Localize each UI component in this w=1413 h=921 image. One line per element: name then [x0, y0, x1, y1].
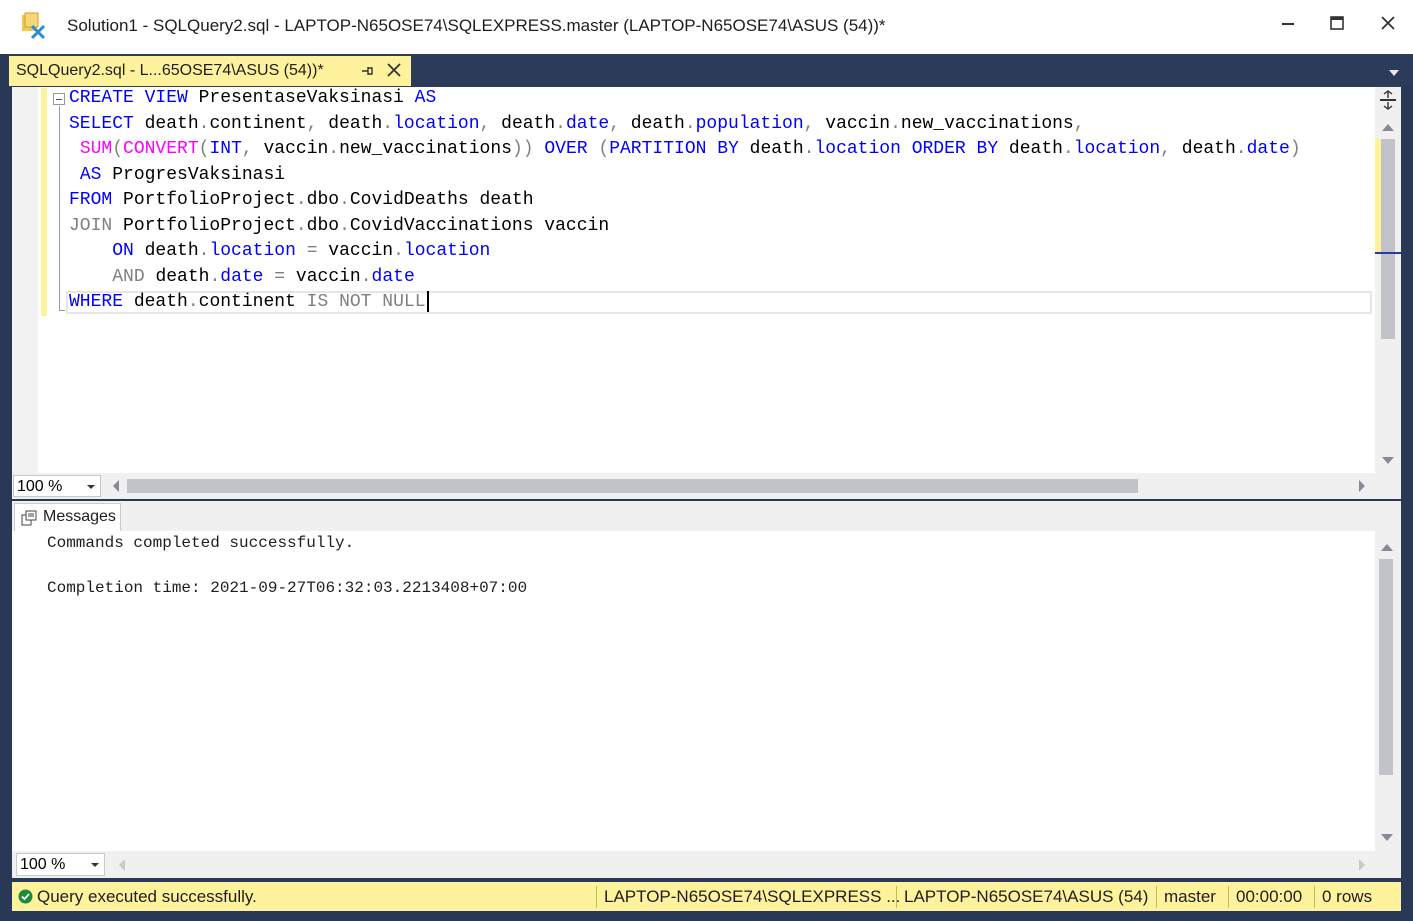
- tab-sqlquery2[interactable]: SQLQuery2.sql - L...65OSE74\ASUS (54))*: [9, 56, 411, 86]
- maximize-button[interactable]: [1317, 8, 1357, 38]
- status-rows: 0 rows: [1322, 887, 1373, 906]
- status-separator: [1156, 886, 1157, 908]
- results-zoom-select[interactable]: 100 %: [16, 853, 105, 876]
- editor-zoom-value: 100 %: [17, 478, 63, 495]
- status-message: Query executed successfully.: [37, 887, 257, 906]
- window-title: Solution1 - SQLQuery2.sql - LAPTOP-N65OS…: [67, 16, 886, 35]
- editor-gutter: [12, 87, 38, 473]
- code-line: ON death.location = vaccin.location: [112, 241, 491, 261]
- editor-hscroll-thumb[interactable]: [127, 479, 1138, 493]
- outline-line-end: [59, 310, 65, 311]
- scroll-down-icon[interactable]: [1380, 454, 1396, 472]
- minimize-button[interactable]: [1268, 8, 1308, 38]
- chevron-down-icon: [91, 863, 99, 867]
- status-separator: [896, 886, 897, 908]
- results-scroll-down-icon[interactable]: [1379, 831, 1395, 849]
- scroll-left-icon[interactable]: [110, 478, 122, 499]
- text-caret: [426, 290, 429, 312]
- status-separator: [596, 886, 597, 908]
- status-database: master: [1164, 887, 1216, 906]
- editor-vscroll-thumb[interactable]: [1381, 139, 1395, 339]
- code-line: WHERE death.continent IS NOT NULL: [69, 290, 1301, 316]
- messages-output[interactable]: Commands completed successfully. Completi…: [47, 532, 527, 600]
- messages-icon: [21, 510, 37, 531]
- code-line: AND death.date = vaccin.date: [112, 266, 415, 287]
- success-check-icon: [18, 889, 33, 909]
- messages-tab-label: Messages: [43, 508, 116, 525]
- split-view-icon[interactable]: [1375, 87, 1401, 113]
- message-line: [47, 555, 527, 578]
- scroll-up-icon[interactable]: [1380, 120, 1396, 138]
- collapse-outline-icon[interactable]: [53, 93, 65, 105]
- tab-dropdown-icon[interactable]: [1386, 66, 1402, 78]
- outline-line: [59, 106, 60, 310]
- status-server: LAPTOP-N65OSE74\SQLEXPRESS ...: [604, 887, 901, 906]
- results-zoom-bar: [12, 851, 1401, 878]
- close-window-button[interactable]: [1368, 8, 1408, 38]
- results-zoom-value: 100 %: [20, 856, 66, 873]
- sql-code[interactable]: CREATE VIEW PresentaseVaksinasi AS SELECT…: [69, 86, 1301, 316]
- message-line: Completion time: 2021-09-27T06:32:03.221…: [47, 579, 528, 597]
- results-tab-bar: [12, 501, 1401, 531]
- code-line: SELECT death.continent, death.location, …: [69, 113, 1085, 134]
- ssms-app-icon: [20, 12, 48, 40]
- chevron-down-icon: [87, 485, 95, 489]
- code-line: AS ProgresVaksinasi: [79, 164, 286, 185]
- status-bar: Query executed successfully. LAPTOP-N65O…: [12, 882, 1401, 911]
- code-line: CREATE VIEW PresentaseVaksinasi AS: [69, 88, 437, 108]
- tab-label: SQLQuery2.sql - L...65OSE74\ASUS (54))*: [16, 62, 324, 79]
- status-separator: [1314, 886, 1315, 908]
- results-scroll-up-icon[interactable]: [1379, 540, 1395, 558]
- editor-zoom-select[interactable]: 100 %: [13, 475, 101, 497]
- code-line: FROM PortfolioProject.dbo.CovidDeaths de…: [69, 190, 534, 210]
- message-line: Commands completed successfully.: [47, 534, 355, 552]
- status-elapsed: 00:00:00: [1236, 887, 1303, 906]
- scroll-right-icon[interactable]: [1356, 478, 1368, 499]
- pin-icon[interactable]: [359, 62, 375, 80]
- close-tab-icon[interactable]: [385, 61, 403, 79]
- code-line: JOIN PortfolioProject.dbo.CovidVaccinati…: [69, 215, 610, 236]
- results-scroll-left-icon[interactable]: [116, 857, 128, 878]
- code-line: SUM(CONVERT(INT, vaccin.new_vaccinations…: [79, 139, 1301, 159]
- tab-messages[interactable]: Messages: [14, 503, 121, 531]
- status-separator: [1228, 886, 1229, 908]
- scrollbar-caret-marker: [1375, 252, 1401, 254]
- title-bar: Solution1 - SQLQuery2.sql - LAPTOP-N65OS…: [0, 0, 1413, 54]
- results-scroll-right-icon[interactable]: [1356, 857, 1368, 878]
- results-vscroll-thumb[interactable]: [1379, 559, 1393, 775]
- change-tracking-bar: [41, 88, 47, 316]
- status-user: LAPTOP-N65OSE74\ASUS (54): [904, 887, 1149, 906]
